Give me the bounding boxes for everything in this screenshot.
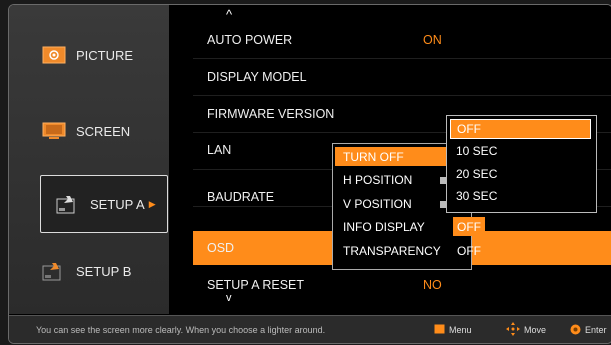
setup-a-icon <box>55 194 81 214</box>
enter-key-icon <box>570 324 581 337</box>
category-sidebar: PICTURE SCREEN SETUP A ▶ SETUP B <box>9 5 169 314</box>
info-display-value[interactable]: OFF <box>453 217 485 236</box>
menu-row-label: FIRMWARE VERSION <box>207 107 335 121</box>
move-key-hint: Move <box>506 322 546 338</box>
menu-row-label: DISPLAY MODEL <box>207 70 307 84</box>
menu-key-icon <box>434 324 445 336</box>
menu-key-label: Menu <box>449 325 472 335</box>
setup-b-icon <box>41 261 67 281</box>
help-footer: You can see the screen more clearly. Whe… <box>9 315 611 343</box>
sidebar-item-setup-a[interactable]: SETUP A ▶ <box>40 175 168 233</box>
move-key-icon <box>506 322 520 338</box>
turn-off-dropdown: OFF 10 SEC 20 SEC 30 SEC <box>446 115 597 213</box>
menu-row-label: BAUDRATE <box>207 190 275 204</box>
submenu-item-v-position[interactable]: V POSITION <box>335 194 412 213</box>
sidebar-item-picture[interactable]: PICTURE <box>9 27 169 83</box>
dropdown-option-30-sec[interactable]: 30 SEC <box>450 186 591 206</box>
menu-row-label: OSD <box>207 240 235 255</box>
menu-row-value: ON <box>423 33 442 47</box>
osd-window: PICTURE SCREEN SETUP A ▶ SETUP B ^ AUTO … <box>8 4 611 344</box>
scroll-up-icon[interactable]: ^ <box>226 7 232 22</box>
menu-row-display-model[interactable]: DISPLAY MODEL ▲▼ <box>193 59 611 96</box>
dropdown-option-off[interactable]: OFF <box>450 119 591 139</box>
menu-row-label: AUTO POWER <box>207 33 293 47</box>
enter-key-label: Enter <box>585 325 607 335</box>
scroll-down-icon[interactable]: v <box>226 292 232 304</box>
screen-icon <box>41 121 67 141</box>
dropdown-option-20-sec[interactable]: 20 SEC <box>450 164 591 184</box>
sidebar-item-label: SCREEN <box>76 123 131 139</box>
menu-row-auto-power[interactable]: AUTO POWER ON ▲▼ <box>193 22 611 59</box>
submenu-item-info-display[interactable]: INFO DISPLAY <box>335 217 425 236</box>
menu-row-setup-a-reset[interactable]: SETUP A RESET NO ▲▼ <box>193 267 611 303</box>
transparency-value[interactable]: OFF <box>453 241 485 260</box>
dropdown-option-10-sec[interactable]: 10 SEC <box>450 141 591 161</box>
sidebar-item-label: SETUP B <box>76 263 132 279</box>
sidebar-item-screen[interactable]: SCREEN <box>9 103 169 159</box>
picture-icon <box>41 45 67 65</box>
sidebar-item-label: PICTURE <box>76 47 134 63</box>
active-indicator-arrow: ▶ <box>148 198 156 209</box>
submenu-item-turn-off[interactable]: TURN OFF <box>335 147 447 166</box>
menu-row-label: LAN <box>207 143 232 157</box>
submenu-item-transparency[interactable]: TRANSPARENCY <box>335 241 441 260</box>
menu-row-value: NO <box>423 278 442 292</box>
submenu-item-h-position[interactable]: H POSITION <box>335 170 412 189</box>
menu-row-label: SETUP A RESET <box>207 278 305 292</box>
sidebar-item-setup-b[interactable]: SETUP B <box>9 243 169 299</box>
help-text: You can see the screen more clearly. Whe… <box>36 325 326 335</box>
move-key-label: Move <box>524 325 547 335</box>
enter-key-hint: Enter <box>570 324 607 337</box>
menu-key-hint: Menu <box>434 324 472 336</box>
sidebar-item-label: SETUP A <box>90 196 145 212</box>
